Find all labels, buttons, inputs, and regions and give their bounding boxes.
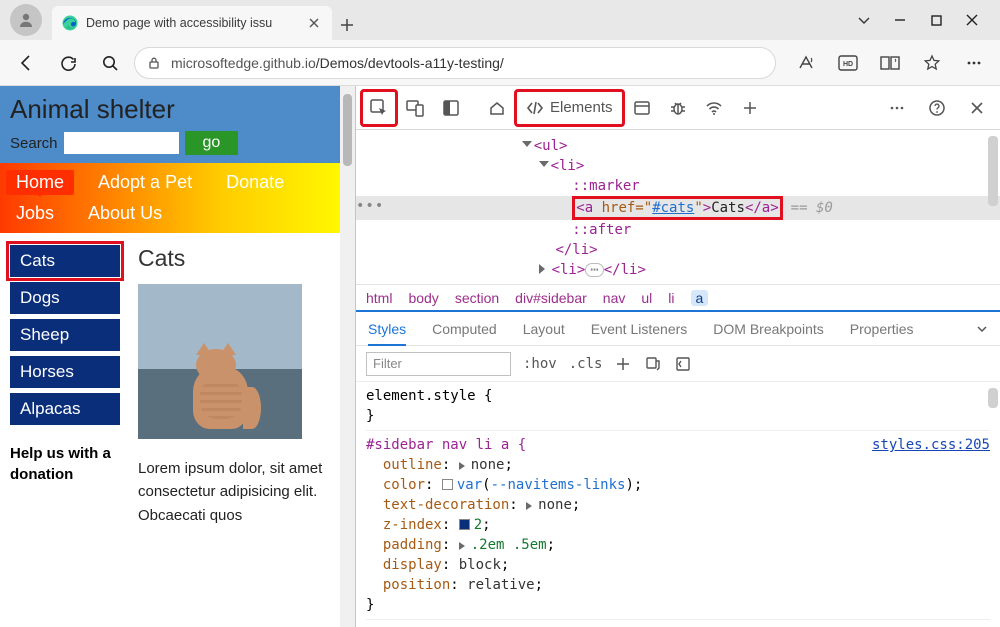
page-scrollbar[interactable] [340, 86, 355, 627]
properties-tab[interactable]: Properties [850, 321, 914, 337]
chevron-down-icon[interactable] [976, 323, 988, 335]
donation-heading: Help us with a donation [10, 443, 120, 485]
elements-tab[interactable]: Elements [516, 91, 623, 125]
computed-tab[interactable]: Computed [432, 321, 497, 337]
nav-about[interactable]: About Us [78, 201, 172, 226]
nav-home[interactable]: Home [6, 170, 74, 195]
add-tab-icon[interactable] [733, 91, 767, 125]
main-nav: Home Adopt a Pet Donate Jobs About Us [0, 163, 340, 233]
refresh-button[interactable] [50, 45, 86, 81]
layout-tab[interactable]: Layout [523, 321, 565, 337]
tab-title: Demo page with accessibility issu [86, 16, 298, 30]
close-button[interactable] [964, 12, 980, 28]
inspect-icon[interactable] [362, 91, 396, 125]
styles-pane[interactable]: element.style { } styles.css:205 #sideba… [356, 382, 1000, 627]
sidebar: Cats Dogs Sheep Horses Alpacas Help us w… [10, 245, 120, 527]
computed-icon[interactable] [674, 355, 692, 373]
profile-icon[interactable] [10, 4, 42, 36]
hd-icon[interactable]: HD [830, 45, 866, 81]
styles-scrollbar[interactable] [988, 388, 998, 408]
nav-donate[interactable]: Donate [216, 170, 294, 195]
search-button[interactable] [92, 45, 128, 81]
url-text: microsoftedge.github.io/Demos/devtools-a… [171, 55, 763, 71]
devtools-close-icon[interactable] [960, 91, 994, 125]
sidebar-item-cats[interactable]: Cats [10, 245, 120, 277]
webpage-viewport: Animal shelter Search go Home Adopt a Pe… [0, 86, 355, 627]
search-label: Search [10, 135, 58, 152]
svg-text:HD: HD [843, 61, 853, 68]
search-input[interactable] [64, 132, 179, 154]
back-button[interactable] [8, 45, 44, 81]
devtools-tabs: Elements [356, 86, 1000, 130]
favorite-icon[interactable] [914, 45, 950, 81]
sidebar-item-dogs[interactable]: Dogs [10, 282, 120, 314]
devtools-help-icon[interactable] [920, 91, 954, 125]
dock-icon[interactable] [434, 91, 468, 125]
styles-filter-input[interactable]: Filter [366, 352, 511, 376]
article-text: Lorem ipsum dolor, sit amet consectetur … [138, 457, 330, 527]
browser-tab[interactable]: Demo page with accessibility issu [52, 6, 332, 40]
brush-icon[interactable] [644, 355, 662, 373]
source-link[interactable]: styles.css:205 [872, 435, 990, 455]
nav-adopt[interactable]: Adopt a Pet [88, 170, 202, 195]
dom-tree[interactable]: <ul> <li> ::marker ••• <a href="#cats">C… [356, 130, 1000, 284]
article-heading: Cats [138, 245, 330, 272]
bug-icon[interactable] [661, 91, 695, 125]
styles-toolbar: Filter :hov .cls [356, 346, 1000, 382]
styles-tab[interactable]: Styles [368, 321, 406, 337]
window-titlebar: Demo page with accessibility issu [0, 0, 1000, 40]
minimize-button[interactable] [892, 12, 908, 28]
nav-jobs[interactable]: Jobs [6, 201, 64, 226]
edge-icon [62, 15, 78, 31]
devtools-more-icon[interactable] [880, 91, 914, 125]
address-bar[interactable]: microsoftedge.github.io/Demos/devtools-a… [134, 47, 776, 79]
dom-breadcrumbs[interactable]: html body section div#sidebar nav ul li … [356, 284, 1000, 312]
new-rule-icon[interactable] [614, 355, 632, 373]
styles-tabs: Styles Computed Layout Event Listeners D… [356, 312, 1000, 346]
browser-toolbar: microsoftedge.github.io/Demos/devtools-a… [0, 40, 1000, 86]
site-title: Animal shelter [10, 94, 330, 125]
more-icon[interactable] [956, 45, 992, 81]
tab-close-icon[interactable] [306, 15, 322, 31]
dombreakpoints-tab[interactable]: DOM Breakpoints [713, 321, 823, 337]
maximize-button[interactable] [928, 12, 944, 28]
go-button[interactable]: go [185, 131, 239, 155]
network-icon[interactable] [697, 91, 731, 125]
cls-button[interactable]: .cls [569, 356, 603, 372]
sidebar-item-alpacas[interactable]: Alpacas [10, 393, 120, 425]
lock-icon [147, 56, 161, 70]
dom-scrollbar[interactable] [988, 136, 998, 206]
device-icon[interactable] [398, 91, 432, 125]
devtools-panel: Elements <ul> <li> [355, 86, 1000, 627]
new-tab-button[interactable] [332, 10, 362, 40]
reader-icon[interactable] [872, 45, 908, 81]
app-icon[interactable] [625, 91, 659, 125]
cat-image [138, 284, 302, 439]
read-aloud-icon[interactable] [788, 45, 824, 81]
sidebar-item-horses[interactable]: Horses [10, 356, 120, 388]
welcome-icon[interactable] [480, 91, 514, 125]
eventlisteners-tab[interactable]: Event Listeners [591, 321, 688, 337]
chevron-down-icon[interactable] [856, 12, 872, 28]
hov-button[interactable]: :hov [523, 356, 557, 372]
sidebar-item-sheep[interactable]: Sheep [10, 319, 120, 351]
